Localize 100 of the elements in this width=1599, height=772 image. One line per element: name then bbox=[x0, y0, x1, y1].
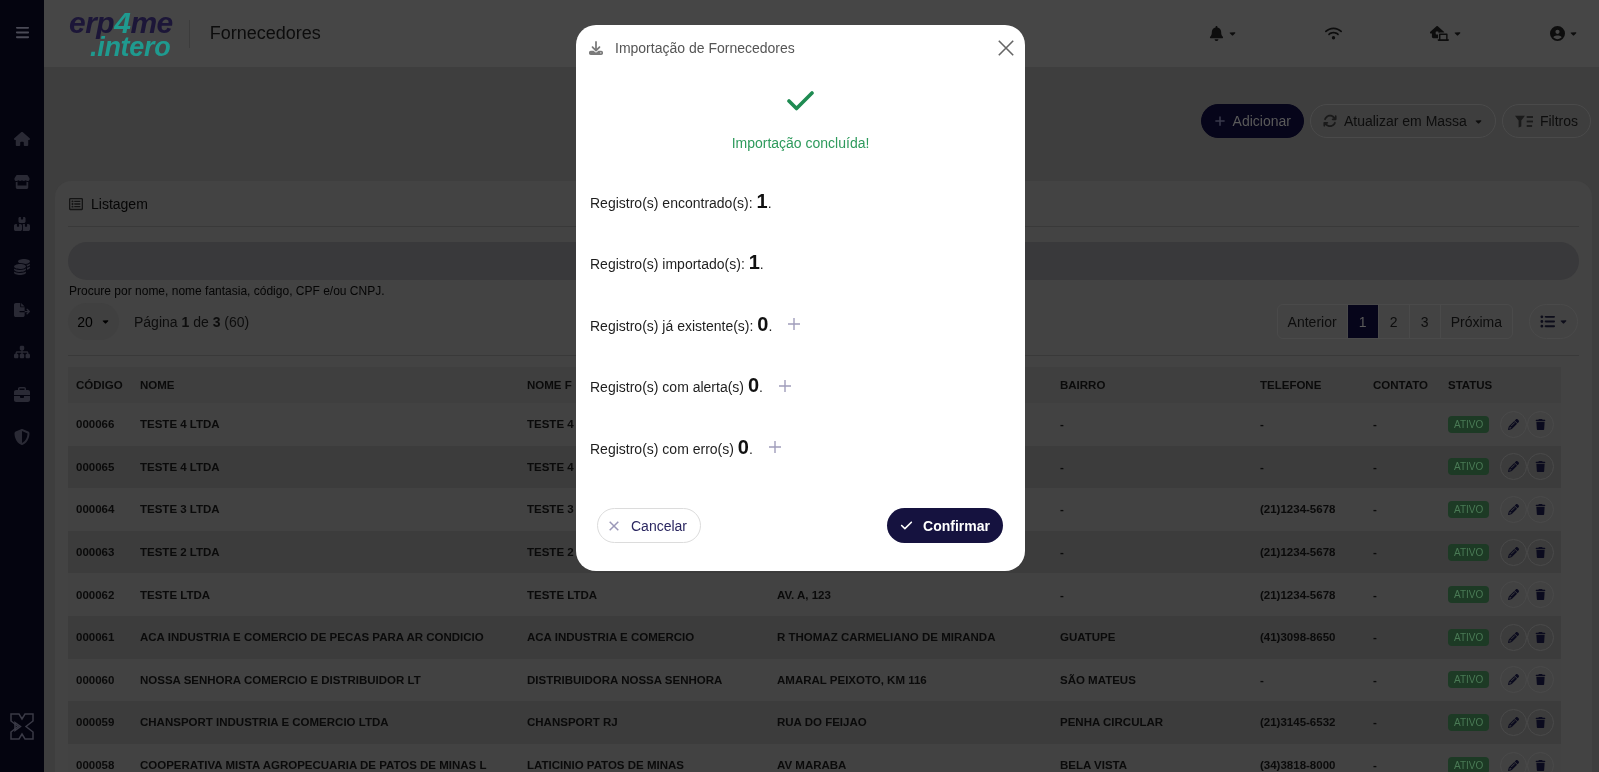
pencil-icon bbox=[1508, 589, 1519, 601]
pencil-icon bbox=[1508, 418, 1519, 430]
caret-icon bbox=[100, 317, 110, 326]
status-badge: ATIVO bbox=[1448, 543, 1490, 561]
supplier-name: TESTE LTDA bbox=[140, 588, 211, 601]
trash-icon bbox=[1535, 418, 1546, 430]
confirm-button[interactable]: Confirmar bbox=[887, 508, 1003, 543]
trade-name: TESTE LTDA bbox=[527, 588, 598, 601]
contact: - bbox=[1373, 546, 1377, 559]
supplier-name: COOPERATIVA MISTA AGROPECUARIA DE PATOS DE MINAS L bbox=[140, 759, 487, 772]
status-badge: ATIVO bbox=[1448, 458, 1490, 476]
pencil-icon bbox=[1508, 461, 1519, 473]
address: AV MARABA bbox=[777, 759, 847, 772]
phone: (21)1234-5678 bbox=[1260, 503, 1336, 516]
result-text: Registro(s) com erro(s) 0. bbox=[590, 435, 753, 459]
contact: - bbox=[1373, 460, 1377, 473]
supplier-name: NOSSA SENHORA COMERCIO E DISTRIBUIDOR LT bbox=[140, 673, 421, 686]
pencil-icon bbox=[1508, 716, 1519, 728]
supplier-code: 000058 bbox=[76, 759, 115, 772]
result-text: Registro(s) com alerta(s) 0. bbox=[590, 374, 763, 397]
file-export-icon[interactable] bbox=[14, 301, 30, 318]
pencil-icon bbox=[1508, 546, 1519, 558]
plus-icon[interactable] bbox=[768, 441, 781, 453]
check-icon bbox=[787, 91, 814, 111]
trash-icon bbox=[1535, 461, 1546, 473]
trade-name: LATICINIO PATOS DE MINAS bbox=[527, 759, 684, 772]
phone: (21)1234-5678 bbox=[1260, 588, 1336, 601]
listing-title: Listagem bbox=[91, 195, 148, 212]
district: BELA VISTA bbox=[1060, 759, 1128, 772]
supplier-code: 000066 bbox=[76, 418, 115, 431]
trash-icon bbox=[1535, 589, 1546, 601]
filter-icon bbox=[1514, 114, 1533, 128]
supplier-name: TESTE 4 LTDA bbox=[140, 418, 220, 431]
plus-icon bbox=[1213, 115, 1226, 127]
page-button[interactable]: 1 bbox=[1346, 305, 1378, 338]
trash-icon bbox=[1535, 759, 1546, 771]
pencil-icon bbox=[1508, 631, 1519, 643]
brand-logo: erp4me .intero bbox=[69, 11, 173, 58]
trade-name: TESTE 4 bbox=[527, 418, 574, 431]
status-badge: ATIVO bbox=[1448, 628, 1490, 646]
status-badge: ATIVO bbox=[1448, 756, 1490, 772]
address: AMARAL PEIXOTO, KM 116 bbox=[777, 673, 927, 686]
supplier-code: 000062 bbox=[76, 588, 115, 601]
page-title: Fornecedores bbox=[209, 23, 321, 44]
user-icon[interactable] bbox=[1550, 26, 1565, 41]
house-icon[interactable] bbox=[14, 131, 30, 148]
sync-icon bbox=[1322, 114, 1337, 128]
result-text: Registro(s) já existente(s): 0. bbox=[590, 312, 773, 336]
contact: - bbox=[1373, 716, 1377, 729]
list-icon bbox=[69, 196, 83, 211]
close-icon bbox=[609, 520, 619, 531]
address: AV. A, 123 bbox=[777, 588, 831, 601]
supplier-code: 000064 bbox=[76, 503, 115, 516]
status-badge: ATIVO bbox=[1448, 415, 1490, 433]
status-badge: ATIVO bbox=[1448, 671, 1490, 689]
dialog-title: Importação de Fornecedores bbox=[615, 40, 795, 56]
status-badge: ATIVO bbox=[1448, 501, 1490, 518]
district: - bbox=[1060, 588, 1064, 601]
plus-icon[interactable] bbox=[778, 379, 791, 392]
boxes-icon[interactable] bbox=[14, 216, 30, 233]
phone: - bbox=[1260, 418, 1264, 431]
caret-icon[interactable] bbox=[1453, 29, 1462, 38]
contact: - bbox=[1373, 418, 1377, 431]
trash-icon bbox=[1535, 504, 1546, 515]
phone: - bbox=[1260, 460, 1264, 473]
result-text: Registro(s) encontrado(s): 1. bbox=[590, 189, 772, 213]
download-icon bbox=[589, 41, 603, 55]
store-icon[interactable] bbox=[14, 173, 30, 190]
list-icon bbox=[1539, 314, 1555, 329]
close-icon[interactable] bbox=[998, 40, 1014, 56]
pencil-icon bbox=[1508, 674, 1519, 686]
import-status: Importação concluída! bbox=[730, 134, 871, 152]
caret-icon bbox=[1558, 317, 1568, 326]
plus-icon[interactable] bbox=[788, 318, 801, 330]
contact: - bbox=[1373, 503, 1377, 516]
search-hint: Procure por nome, nome fantasia, código, CPF e/ou CNPJ. bbox=[68, 283, 386, 299]
trash-icon bbox=[1535, 631, 1546, 643]
cancel-button[interactable]: Cancelar bbox=[597, 508, 702, 543]
supplier-code: 000060 bbox=[76, 673, 115, 686]
trash-icon bbox=[1535, 546, 1546, 558]
sitemap-icon[interactable] bbox=[14, 344, 30, 361]
caret-icon[interactable] bbox=[1569, 29, 1578, 38]
contact: - bbox=[1373, 673, 1377, 686]
shield-icon[interactable] bbox=[14, 429, 30, 446]
add-button[interactable]: Adicionar bbox=[1200, 104, 1304, 138]
wifi-icon[interactable] bbox=[1325, 25, 1342, 42]
trash-icon bbox=[1535, 716, 1546, 728]
district: SÃO MATEUS bbox=[1060, 673, 1136, 686]
house-laptop-icon[interactable] bbox=[1430, 24, 1449, 43]
bell-icon[interactable] bbox=[1209, 26, 1224, 41]
logo-icon bbox=[10, 713, 34, 740]
trash-icon bbox=[1535, 674, 1546, 686]
phone: - bbox=[1260, 673, 1264, 686]
coins-icon[interactable] bbox=[14, 259, 30, 276]
briefcase-icon[interactable] bbox=[14, 386, 30, 403]
menu-icon[interactable] bbox=[14, 24, 30, 40]
trade-name: TESTE 3 bbox=[527, 503, 574, 516]
caret-icon[interactable] bbox=[1228, 29, 1237, 38]
check-icon bbox=[900, 519, 914, 532]
trade-name: DISTRIBUIDORA NOSSA SENHORA bbox=[527, 673, 723, 686]
